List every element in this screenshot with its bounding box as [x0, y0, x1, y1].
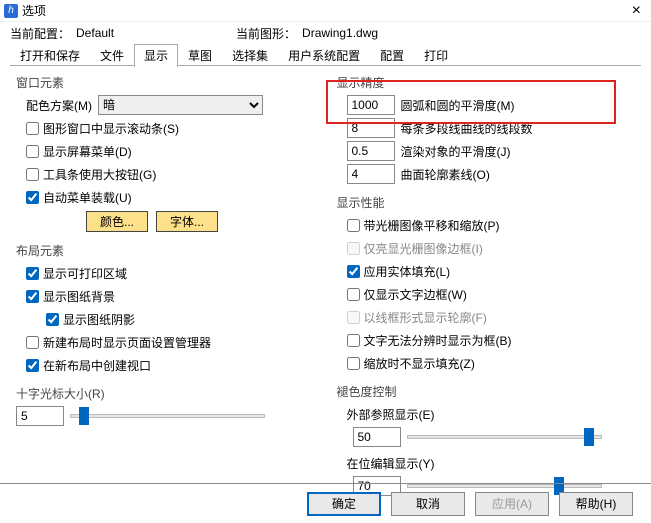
- chk-raster-frame: 仅亮显光栅图像边框(I): [347, 240, 483, 257]
- chk-paper-bg[interactable]: 显示图纸背景: [26, 288, 115, 305]
- slider-thumb[interactable]: [584, 428, 594, 446]
- edit-fade-label: 在位编辑显示(Y): [347, 455, 435, 472]
- apply-button: 应用(A): [475, 492, 549, 516]
- chk-page-setup-mgr[interactable]: 新建布局时显示页面设置管理器: [26, 334, 211, 351]
- group-window-elements: 窗口元素 配色方案(M) 暗 图形窗口中显示滚动条(S) 显示屏幕菜单(D) 工…: [10, 74, 321, 232]
- contour-line-label: 曲面轮廓素线(O): [401, 166, 490, 183]
- group-title: 十字光标大小(R): [16, 385, 321, 402]
- chk-printable-area[interactable]: 显示可打印区域: [26, 265, 127, 282]
- tab-selection[interactable]: 选择集: [222, 44, 278, 66]
- left-column: 窗口元素 配色方案(M) 暗 图形窗口中显示滚动条(S) 显示屏幕菜单(D) 工…: [10, 70, 321, 506]
- group-title: 显示精度: [337, 74, 642, 91]
- tab-display[interactable]: 显示: [134, 44, 178, 67]
- crosshair-slider[interactable]: [70, 414, 265, 418]
- right-column: 显示精度 圆弧和圆的平滑度(M) 每条多段线曲线的线段数 渲染对象的平滑度(J)…: [331, 70, 642, 506]
- poly-seg-label: 每条多段线曲线的线段数: [401, 120, 533, 137]
- render-smooth-label: 渲染对象的平滑度(J): [401, 143, 511, 160]
- chk-paper-shadow[interactable]: 显示图纸阴影: [46, 311, 135, 328]
- color-scheme-select[interactable]: 暗: [98, 95, 263, 115]
- chk-create-viewport[interactable]: 在新布局中创建视口: [26, 357, 151, 374]
- profile-value: Default: [76, 26, 236, 40]
- chk-pan-zoom-raster[interactable]: 带光栅图像平移和缩放(P): [347, 217, 500, 234]
- group-title: 显示性能: [337, 194, 642, 211]
- xref-fade-input[interactable]: [353, 427, 401, 447]
- render-smooth-input[interactable]: [347, 141, 395, 161]
- contour-line-input[interactable]: [347, 164, 395, 184]
- xref-fade-label: 外部参照显示(E): [347, 406, 435, 423]
- dialog-title: 选项: [22, 2, 46, 19]
- chk-wireframe-sil: 以线框形式显示轮廓(F): [347, 309, 487, 326]
- title-bar: h 选项 ×: [0, 0, 651, 22]
- tab-profiles[interactable]: 配置: [370, 44, 414, 66]
- chk-screen-menu[interactable]: 显示屏幕菜单(D): [26, 143, 132, 160]
- dialog-button-bar: 确定 取消 应用(A) 帮助(H): [0, 483, 651, 523]
- poly-seg-input[interactable]: [347, 118, 395, 138]
- tab-drafting[interactable]: 草图: [178, 44, 222, 66]
- chk-auto-menu[interactable]: 自动菜单装载(U): [26, 189, 132, 206]
- ok-button[interactable]: 确定: [307, 492, 381, 516]
- color-scheme-label: 配色方案(M): [26, 97, 92, 114]
- help-button[interactable]: 帮助(H): [559, 492, 633, 516]
- app-icon: h: [4, 4, 18, 18]
- group-title: 褪色度控制: [337, 383, 642, 400]
- group-crosshair: 十字光标大小(R): [10, 385, 321, 426]
- chk-no-fill-zoom[interactable]: 缩放时不显示填充(Z): [347, 355, 475, 372]
- xref-fade-slider[interactable]: [407, 435, 602, 439]
- drawing-label: 当前图形：: [236, 25, 296, 42]
- chk-text-frame[interactable]: 仅显示文字边框(W): [347, 286, 467, 303]
- group-performance: 显示性能 带光栅图像平移和缩放(P) 仅亮显光栅图像边框(I) 应用实体填充(L…: [331, 194, 642, 373]
- chk-solid-fill[interactable]: 应用实体填充(L): [347, 263, 451, 280]
- tab-open-save[interactable]: 打开和保存: [10, 44, 90, 66]
- tab-bar: 打开和保存 文件 显示 草图 选择集 用户系统配置 配置 打印: [0, 44, 651, 66]
- header-row: 当前配置： Default 当前图形： Drawing1.dwg: [0, 22, 651, 44]
- tab-user[interactable]: 用户系统配置: [278, 44, 370, 66]
- close-icon[interactable]: ×: [626, 2, 647, 20]
- group-fade-control: 褪色度控制 外部参照显示(E) 在位编辑显示(Y): [331, 383, 642, 496]
- group-precision: 显示精度 圆弧和圆的平滑度(M) 每条多段线曲线的线段数 渲染对象的平滑度(J)…: [331, 74, 642, 184]
- chk-scrollbars[interactable]: 图形窗口中显示滚动条(S): [26, 120, 179, 137]
- profile-label: 当前配置：: [10, 25, 70, 42]
- arc-smooth-label: 圆弧和圆的平滑度(M): [401, 97, 515, 114]
- tab-files[interactable]: 文件: [90, 44, 134, 66]
- arc-smooth-input[interactable]: [347, 95, 395, 115]
- colors-button[interactable]: 颜色...: [86, 211, 148, 232]
- fonts-button[interactable]: 字体...: [156, 211, 218, 232]
- crosshair-size-input[interactable]: [16, 406, 64, 426]
- group-title: 窗口元素: [16, 74, 321, 91]
- chk-large-buttons[interactable]: 工具条使用大按钮(G): [26, 166, 156, 183]
- slider-thumb[interactable]: [79, 407, 89, 425]
- tab-plot[interactable]: 打印: [414, 44, 458, 66]
- drawing-value: Drawing1.dwg: [302, 26, 378, 40]
- group-layout-elements: 布局元素 显示可打印区域 显示图纸背景 显示图纸阴影 新建布局时显示页面设置管理…: [10, 242, 321, 375]
- group-title: 布局元素: [16, 242, 321, 259]
- chk-text-box[interactable]: 文字无法分辨时显示为框(B): [347, 332, 512, 349]
- cancel-button[interactable]: 取消: [391, 492, 465, 516]
